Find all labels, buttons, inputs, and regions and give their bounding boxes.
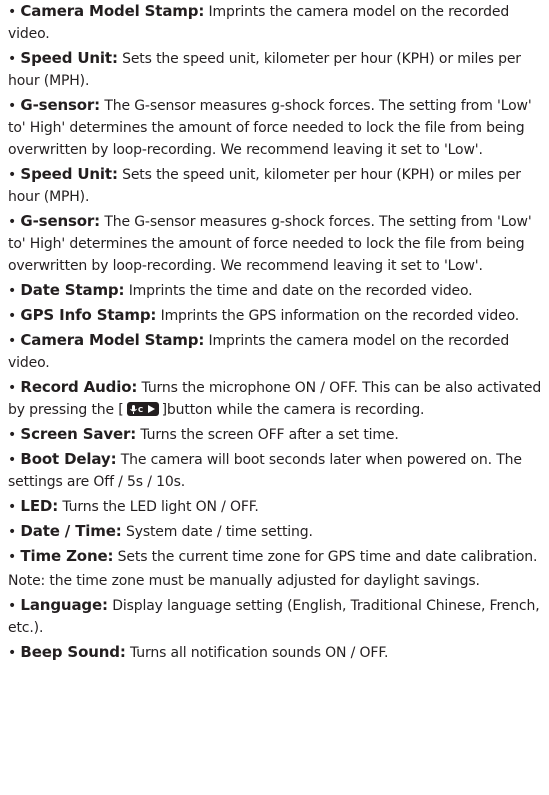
setting-gps-info-stamp: • GPS Info Stamp: Imprints the GPS infor… xyxy=(8,306,520,324)
setting-speed-unit: • Speed Unit: Sets the speed unit, kilom… xyxy=(8,49,521,89)
manual-page: • Camera Model Stamp: Imprints the camer… xyxy=(8,0,542,666)
time-zone-note: Note: the time zone must be manually adj… xyxy=(8,573,480,589)
mic-button-icon: C xyxy=(126,402,159,416)
setting-camera-model-stamp: • Camera Model Stamp: Imprints the camer… xyxy=(8,2,510,42)
setting-g-sensor-2: • G-sensor: The G-sensor measures g-shoc… xyxy=(8,212,532,274)
setting-boot-delay: • Boot Delay: The camera will boot secon… xyxy=(8,450,522,490)
setting-camera-model-stamp-2: • Camera Model Stamp: Imprints the camer… xyxy=(8,331,510,371)
setting-language: • Language: Display language setting (En… xyxy=(8,596,540,636)
setting-time-zone: • Time Zone: Sets the current time zone … xyxy=(8,547,538,565)
setting-beep-sound: • Beep Sound: Turns all notification sou… xyxy=(8,643,389,661)
setting-date-stamp: • Date Stamp: Imprints the time and date… xyxy=(8,281,473,299)
setting-screen-saver: • Screen Saver: Turns the screen OFF aft… xyxy=(8,425,399,443)
setting-g-sensor: • G-sensor: The G-sensor measures g-shoc… xyxy=(8,96,532,158)
setting-date-time: • Date / Time: System date / time settin… xyxy=(8,522,313,540)
setting-record-audio: • Record Audio: Turns the microphone ON … xyxy=(8,378,542,418)
svg-text:C: C xyxy=(138,406,143,414)
setting-led: • LED: Turns the LED light ON / OFF. xyxy=(8,497,259,515)
setting-speed-unit-2: • Speed Unit: Sets the speed unit, kilom… xyxy=(8,165,521,205)
